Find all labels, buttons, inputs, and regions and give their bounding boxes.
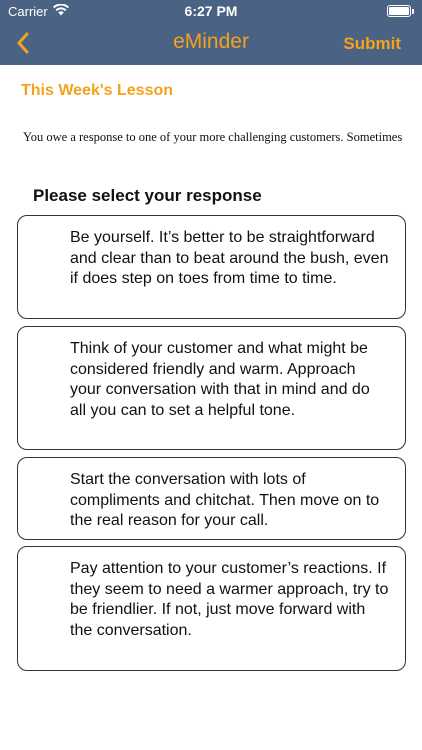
response-option-2[interactable]: Think of your customer and what might be… bbox=[17, 326, 406, 450]
response-option-text: Start the conversation with lots of comp… bbox=[70, 471, 380, 529]
lesson-title: This Week's Lesson bbox=[21, 82, 174, 99]
response-option-3[interactable]: Start the conversation with lots of comp… bbox=[17, 457, 406, 540]
nav-bar: eMinder Submit bbox=[0, 22, 422, 65]
lesson-text: You owe a response to one of your more c… bbox=[23, 130, 403, 144]
battery-fill bbox=[389, 7, 409, 15]
status-time: 6:27 PM bbox=[184, 3, 238, 19]
response-option-text: Pay attention to your customer’s reactio… bbox=[70, 560, 389, 639]
response-option-1[interactable]: Be yourself. It’s better to be straightf… bbox=[17, 215, 406, 319]
response-prompt: Please select your response bbox=[33, 186, 262, 205]
submit-button[interactable]: Submit bbox=[343, 34, 401, 54]
battery-icon bbox=[387, 5, 414, 17]
header: Carrier 6:27 PM eMinder Submit bbox=[0, 0, 422, 65]
response-option-text: Be yourself. It’s better to be straightf… bbox=[70, 229, 389, 287]
response-option-text: Think of your customer and what might be… bbox=[70, 340, 370, 419]
response-option-4[interactable]: Pay attention to your customer’s reactio… bbox=[17, 546, 406, 671]
status-bar: Carrier 6:27 PM bbox=[0, 0, 422, 22]
